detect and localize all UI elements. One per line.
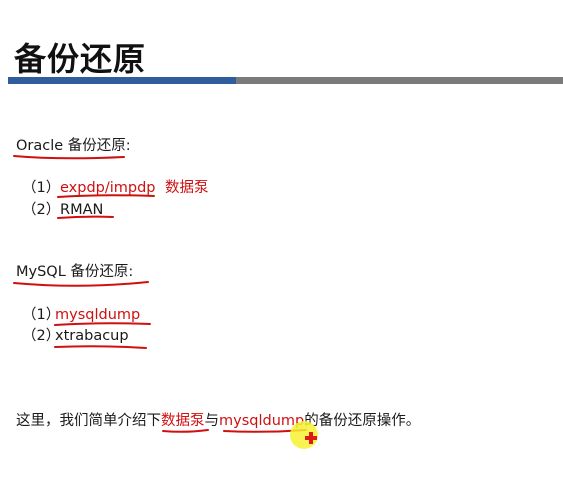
underline-oracle-heading xyxy=(13,155,125,160)
underline-mysql-heading xyxy=(13,281,149,287)
title-bar-blue-segment xyxy=(8,77,236,84)
oracle-item1-number: （1） xyxy=(22,180,61,196)
summary-line: 这里，我们简单介绍下数据泵与mysqldump的备份还原操作。 xyxy=(16,412,420,430)
underline-summary-datapump xyxy=(162,429,209,433)
mysql-item1-tool: mysqldump xyxy=(55,307,141,323)
summary-middle: 与 xyxy=(204,413,220,429)
summary-prefix: 这里，我们简单介绍下 xyxy=(16,413,161,429)
title-underline-bar xyxy=(8,77,563,84)
mysql-item2-tool: xtrabacup xyxy=(55,328,129,344)
underline-xtrabacup xyxy=(54,345,147,349)
summary-highlight-datapump: 数据泵 xyxy=(161,413,205,429)
oracle-item1-tool: expdp/impdp xyxy=(60,180,156,196)
plus-cursor-icon xyxy=(305,432,317,444)
oracle-item2-number: （2） xyxy=(22,202,61,218)
summary-suffix: 的备份还原操作。 xyxy=(304,413,421,429)
oracle-item2-tool: RMAN xyxy=(60,202,104,218)
title-bar-gray-segment xyxy=(236,77,563,84)
slide-title: 备份还原 xyxy=(14,40,147,78)
oracle-item1-desc: 数据泵 xyxy=(165,180,209,196)
mysql-heading: MySQL 备份还原: xyxy=(16,264,134,280)
oracle-heading: Oracle 备份还原: xyxy=(16,138,131,154)
